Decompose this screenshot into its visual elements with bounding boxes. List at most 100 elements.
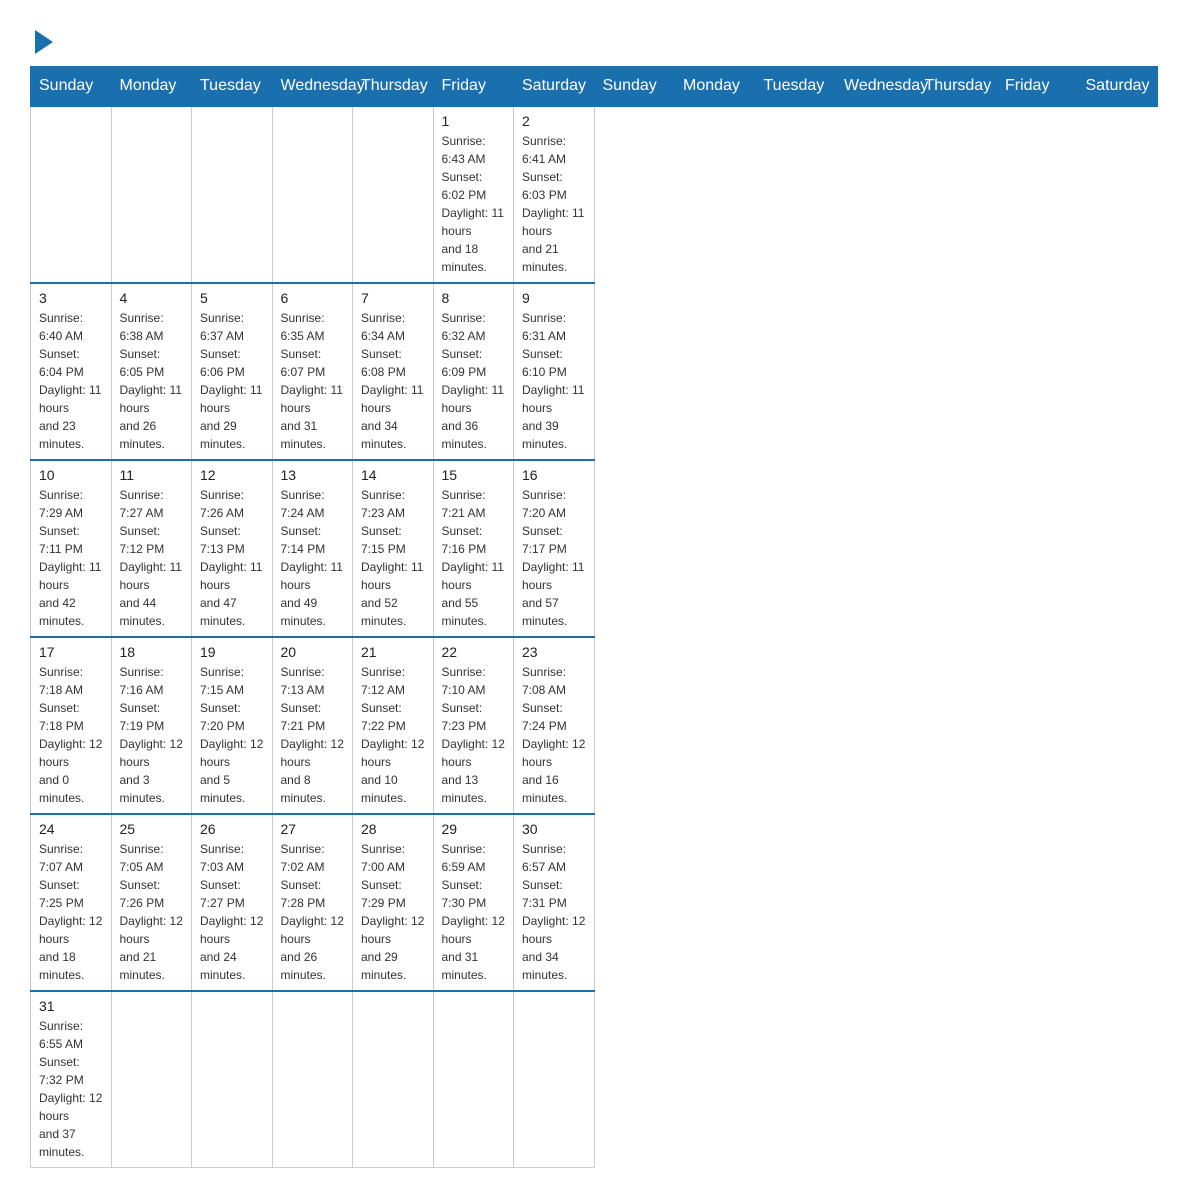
day-number: 5 <box>200 290 264 306</box>
day-info: Sunrise: 6:43 AM Sunset: 6:02 PM Dayligh… <box>442 132 506 276</box>
calendar-cell: 27 Sunrise: 7:02 AM Sunset: 7:28 PM Dayli… <box>272 814 353 991</box>
day-info: Sunrise: 7:21 AM Sunset: 7:16 PM Dayligh… <box>442 486 506 630</box>
day-number: 2 <box>522 113 586 129</box>
calendar-cell: 25 Sunrise: 7:05 AM Sunset: 7:26 PM Dayli… <box>111 814 192 991</box>
day-number: 11 <box>120 467 184 483</box>
calendar-cell <box>514 991 595 1168</box>
day-info: Sunrise: 7:02 AM Sunset: 7:28 PM Dayligh… <box>281 840 345 984</box>
day-info: Sunrise: 7:16 AM Sunset: 7:19 PM Dayligh… <box>120 663 184 807</box>
day-info: Sunrise: 6:59 AM Sunset: 7:30 PM Dayligh… <box>442 840 506 984</box>
day-number: 18 <box>120 644 184 660</box>
day-number: 9 <box>522 290 586 306</box>
day-number: 24 <box>39 821 103 837</box>
calendar-cell: 4 Sunrise: 6:38 AM Sunset: 6:05 PM Daylig… <box>111 283 192 460</box>
day-number: 15 <box>442 467 506 483</box>
day-number: 16 <box>522 467 586 483</box>
calendar-cell: 15 Sunrise: 7:21 AM Sunset: 7:16 PM Dayli… <box>433 460 514 637</box>
calendar-cell <box>111 106 192 283</box>
calendar-cell: 17Sunrise: 7:18 AM Sunset: 7:18 PM Dayli… <box>31 637 112 814</box>
day-number: 25 <box>120 821 184 837</box>
calendar-cell: 1 Sunrise: 6:43 AM Sunset: 6:02 PM Daylig… <box>433 106 514 283</box>
day-info: Sunrise: 7:27 AM Sunset: 7:12 PM Dayligh… <box>120 486 184 630</box>
day-info: Sunrise: 7:23 AM Sunset: 7:15 PM Dayligh… <box>361 486 425 630</box>
calendar-cell: 8 Sunrise: 6:32 AM Sunset: 6:09 PM Daylig… <box>433 283 514 460</box>
calendar-cell <box>192 106 273 283</box>
day-info: Sunrise: 7:08 AM Sunset: 7:24 PM Dayligh… <box>522 663 586 807</box>
day-info: Sunrise: 7:12 AM Sunset: 7:22 PM Dayligh… <box>361 663 425 807</box>
day-number: 14 <box>361 467 425 483</box>
day-number: 29 <box>442 821 506 837</box>
calendar-cell: 16Sunrise: 7:20 AM Sunset: 7:17 PM Dayli… <box>514 460 595 637</box>
day-info: Sunrise: 6:41 AM Sunset: 6:03 PM Dayligh… <box>522 132 586 276</box>
header-sunday: Sunday <box>594 67 675 107</box>
day-number: 20 <box>281 644 345 660</box>
day-number: 1 <box>442 113 506 129</box>
calendar-cell: 21Sunrise: 7:12 AM Sunset: 7:22 PM Dayli… <box>353 637 434 814</box>
header-wednesday: Wednesday <box>836 67 917 107</box>
day-number: 4 <box>120 290 184 306</box>
day-number: 26 <box>200 821 264 837</box>
day-info: Sunrise: 6:31 AM Sunset: 6:10 PM Dayligh… <box>522 309 586 453</box>
calendar-header-row: SundayMondayTuesdayWednesdayThursdayFrid… <box>31 67 1158 107</box>
calendar-cell: 18 Sunrise: 7:16 AM Sunset: 7:19 PM Dayli… <box>111 637 192 814</box>
header-friday: Friday <box>997 67 1078 107</box>
calendar-table: SundayMondayTuesdayWednesdayThursdayFrid… <box>30 66 1158 1168</box>
header-thursday: Thursday <box>916 67 997 107</box>
day-number: 10 <box>39 467 103 483</box>
calendar-cell: 22 Sunrise: 7:10 AM Sunset: 7:23 PM Dayli… <box>433 637 514 814</box>
day-number: 31 <box>39 998 103 1014</box>
header-day-friday: Friday <box>433 67 514 107</box>
day-info: Sunrise: 6:35 AM Sunset: 6:07 PM Dayligh… <box>281 309 345 453</box>
header <box>30 20 1158 50</box>
calendar-cell <box>31 106 112 283</box>
day-info: Sunrise: 7:18 AM Sunset: 7:18 PM Dayligh… <box>39 663 103 807</box>
day-number: 22 <box>442 644 506 660</box>
calendar-week-row: 1 Sunrise: 6:43 AM Sunset: 6:02 PM Daylig… <box>31 106 1158 283</box>
calendar-cell: 19Sunrise: 7:15 AM Sunset: 7:20 PM Dayli… <box>192 637 273 814</box>
day-info: Sunrise: 6:40 AM Sunset: 6:04 PM Dayligh… <box>39 309 103 453</box>
header-day-sunday: Sunday <box>31 67 112 107</box>
calendar-cell <box>353 106 434 283</box>
calendar-cell: 3Sunrise: 6:40 AM Sunset: 6:04 PM Daylig… <box>31 283 112 460</box>
day-number: 13 <box>281 467 345 483</box>
day-number: 12 <box>200 467 264 483</box>
calendar-week-row: 24Sunrise: 7:07 AM Sunset: 7:25 PM Dayli… <box>31 814 1158 991</box>
day-number: 27 <box>281 821 345 837</box>
calendar-cell: 14 Sunrise: 7:23 AM Sunset: 7:15 PM Dayli… <box>353 460 434 637</box>
day-info: Sunrise: 7:03 AM Sunset: 7:27 PM Dayligh… <box>200 840 264 984</box>
calendar-cell: 13Sunrise: 7:24 AM Sunset: 7:14 PM Dayli… <box>272 460 353 637</box>
calendar-cell <box>353 991 434 1168</box>
day-number: 8 <box>442 290 506 306</box>
calendar-week-row: 3Sunrise: 6:40 AM Sunset: 6:04 PM Daylig… <box>31 283 1158 460</box>
calendar-cell: 24Sunrise: 7:07 AM Sunset: 7:25 PM Dayli… <box>31 814 112 991</box>
calendar-cell: 29 Sunrise: 6:59 AM Sunset: 7:30 PM Dayli… <box>433 814 514 991</box>
header-day-tuesday: Tuesday <box>192 67 273 107</box>
calendar-cell: 23Sunrise: 7:08 AM Sunset: 7:24 PM Dayli… <box>514 637 595 814</box>
calendar-cell <box>272 106 353 283</box>
day-info: Sunrise: 7:10 AM Sunset: 7:23 PM Dayligh… <box>442 663 506 807</box>
day-info: Sunrise: 7:26 AM Sunset: 7:13 PM Dayligh… <box>200 486 264 630</box>
day-info: Sunrise: 6:38 AM Sunset: 6:05 PM Dayligh… <box>120 309 184 453</box>
calendar-week-row: 10 Sunrise: 7:29 AM Sunset: 7:11 PM Dayli… <box>31 460 1158 637</box>
calendar-cell <box>192 991 273 1168</box>
day-info: Sunrise: 7:29 AM Sunset: 7:11 PM Dayligh… <box>39 486 103 630</box>
day-number: 7 <box>361 290 425 306</box>
calendar-cell: 30Sunrise: 6:57 AM Sunset: 7:31 PM Dayli… <box>514 814 595 991</box>
calendar-cell <box>111 991 192 1168</box>
day-info: Sunrise: 6:55 AM Sunset: 7:32 PM Dayligh… <box>39 1017 103 1161</box>
header-day-thursday: Thursday <box>353 67 434 107</box>
logo <box>30 30 53 50</box>
calendar-week-row: 31 Sunrise: 6:55 AM Sunset: 7:32 PM Dayli… <box>31 991 1158 1168</box>
calendar-cell: 31 Sunrise: 6:55 AM Sunset: 7:32 PM Dayli… <box>31 991 112 1168</box>
day-info: Sunrise: 7:00 AM Sunset: 7:29 PM Dayligh… <box>361 840 425 984</box>
header-day-wednesday: Wednesday <box>272 67 353 107</box>
header-day-saturday: Saturday <box>514 67 595 107</box>
day-info: Sunrise: 7:05 AM Sunset: 7:26 PM Dayligh… <box>120 840 184 984</box>
day-info: Sunrise: 6:32 AM Sunset: 6:09 PM Dayligh… <box>442 309 506 453</box>
calendar-cell: 28Sunrise: 7:00 AM Sunset: 7:29 PM Dayli… <box>353 814 434 991</box>
header-monday: Monday <box>675 67 756 107</box>
calendar-cell: 5Sunrise: 6:37 AM Sunset: 6:06 PM Daylig… <box>192 283 273 460</box>
day-number: 30 <box>522 821 586 837</box>
calendar-cell: 7Sunrise: 6:34 AM Sunset: 6:08 PM Daylig… <box>353 283 434 460</box>
day-info: Sunrise: 7:13 AM Sunset: 7:21 PM Dayligh… <box>281 663 345 807</box>
